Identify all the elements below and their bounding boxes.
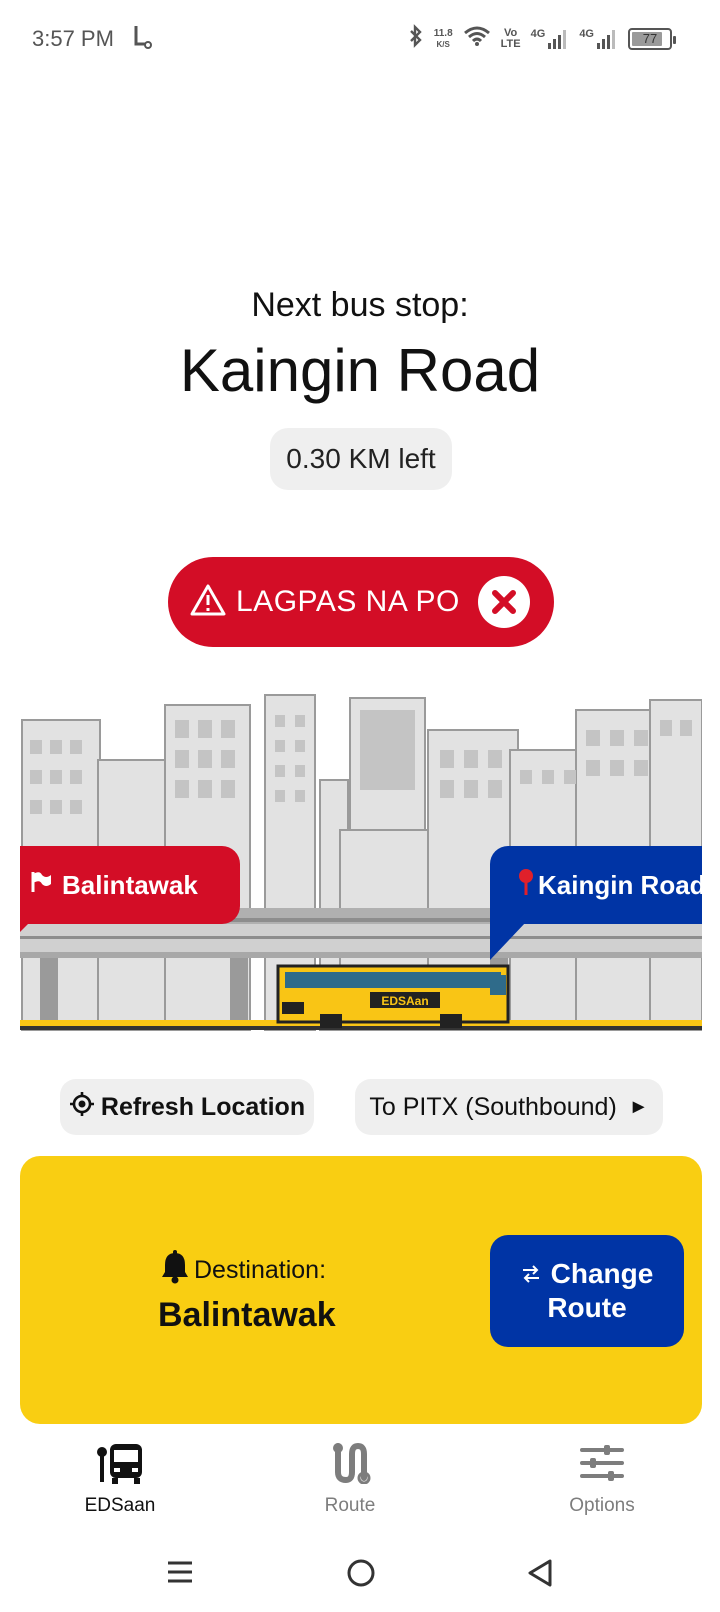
sliders-icon	[578, 1442, 626, 1489]
flag-icon	[30, 870, 52, 901]
signal-bars-icon	[597, 29, 615, 49]
next-stop-label: Next bus stop:	[251, 286, 469, 324]
distance-left-badge: 0.30 KM left	[270, 428, 452, 490]
next-stop-name: Kaingin Road	[179, 337, 541, 404]
home-circle-icon[interactable]	[346, 1558, 376, 1593]
nav-item-options[interactable]: Options	[522, 1442, 682, 1517]
menu-icon[interactable]	[166, 1558, 194, 1591]
net-speed: 11.8 K/S	[433, 27, 453, 49]
origin-stop-tag: Balintawak	[20, 846, 240, 924]
destination-card: Destination: Balintawak Change Route	[20, 1156, 702, 1424]
direction-selector-button[interactable]: To PITX (Southbound) ►	[355, 1079, 663, 1135]
signal-2: 4G	[579, 28, 618, 49]
swap-icon	[521, 1257, 541, 1291]
bus-illustration: EDSAan	[276, 964, 510, 1028]
bottom-navigation: EDSaan Route Options	[0, 1430, 720, 1540]
bus-label: EDSAan	[381, 994, 428, 1008]
change-route-label-2: Route	[547, 1292, 627, 1323]
destination-tag-tail	[490, 922, 526, 960]
destination-value: Balintawak	[158, 1296, 336, 1334]
refresh-location-label: Refresh Location	[100, 1092, 306, 1121]
play-arrow-icon: ►	[628, 1095, 649, 1118]
change-route-button[interactable]: Change Route	[490, 1235, 684, 1347]
volte-indicator: Vo LTE	[500, 26, 521, 50]
route-icon	[328, 1442, 372, 1489]
signal-bars-icon	[548, 29, 567, 49]
crosshair-icon	[69, 1091, 95, 1124]
origin-stop-name: Balintawak	[62, 869, 198, 900]
direction-label: To PITX (Southbound)	[369, 1092, 617, 1121]
change-route-label-1: Change	[550, 1258, 654, 1289]
nav-label-route: Route	[324, 1495, 376, 1516]
next-stop-tag: Kaingin Road	[490, 846, 702, 924]
nav-label-edsaan: EDSaan	[84, 1495, 156, 1516]
battery-icon: 77	[628, 27, 676, 50]
system-navigation-bar	[0, 1540, 720, 1612]
nav-item-edsaan[interactable]: EDSaan	[40, 1442, 200, 1517]
nav-item-route[interactable]: Route	[270, 1442, 430, 1517]
next-stop-tag-name: Kaingin Road	[538, 869, 702, 900]
wifi-icon	[463, 25, 491, 52]
status-time: 3:57 PM	[32, 26, 114, 51]
bus-stop-icon	[96, 1442, 144, 1489]
scooter-icon	[132, 24, 152, 55]
close-icon[interactable]	[478, 576, 530, 628]
map-pin-icon	[518, 868, 534, 903]
destination-label-row: Destination:	[160, 1250, 326, 1291]
alert-label: LAGPAS NA PO	[236, 585, 460, 618]
bell-icon	[160, 1250, 190, 1291]
missed-stop-alert-button[interactable]: LAGPAS NA PO	[168, 557, 554, 647]
nav-label-options: Options	[569, 1495, 635, 1516]
bluetooth-icon	[408, 24, 424, 53]
refresh-location-button[interactable]: Refresh Location	[60, 1079, 314, 1135]
signal-1: 4G	[531, 28, 570, 49]
destination-label: Destination:	[194, 1256, 327, 1284]
warning-icon	[190, 583, 226, 622]
back-triangle-icon[interactable]	[526, 1558, 554, 1593]
status-bar: 3:57 PM 11.8 K/S Vo LTE 4G 4G 77	[0, 0, 720, 80]
